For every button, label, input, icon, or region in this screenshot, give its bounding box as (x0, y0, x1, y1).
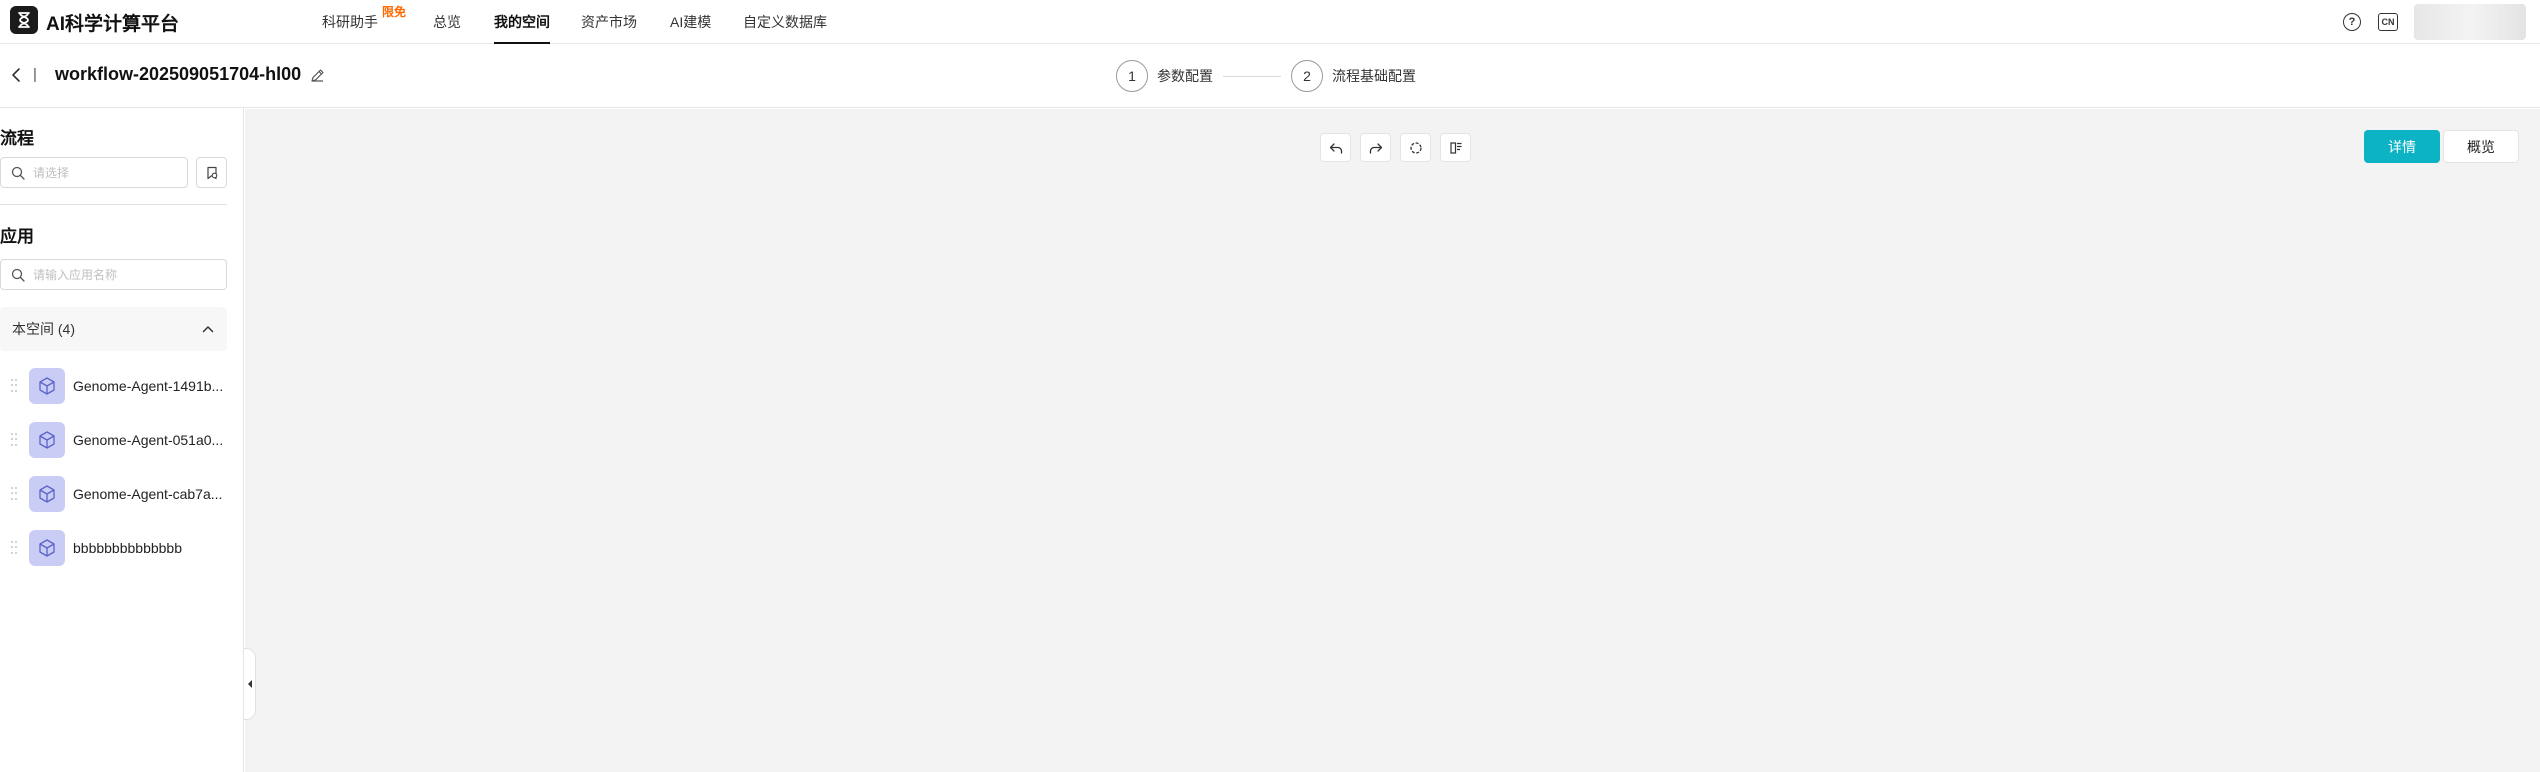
app-search-input[interactable] (33, 267, 213, 282)
list-item[interactable]: Genome-Agent-051a0... (0, 418, 244, 462)
drag-handle-icon[interactable] (11, 487, 17, 501)
workflow-header: | workflow-202509051704-hl00 1 参数配置 2 流程… (0, 44, 2540, 108)
app-name: Genome-Agent-051a0... (73, 432, 224, 448)
app-title: AI科学计算平台 (46, 14, 180, 35)
nav-my-space[interactable]: 我的空间 (494, 0, 550, 44)
chevron-up-icon (202, 326, 214, 333)
nav-overview[interactable]: 总览 (433, 0, 461, 44)
cube-icon (29, 422, 65, 458)
cube-icon (29, 476, 65, 512)
question-circle-icon[interactable]: ? (2343, 13, 2361, 31)
step-indicator: 1 参数配置 2 流程基础配置 (1116, 59, 1416, 93)
nav-label: AI建模 (670, 14, 712, 30)
list-item[interactable]: bbbbbbbbbbbbbb (0, 526, 244, 570)
bookmark-filter-icon (206, 166, 217, 179)
app-search-field[interactable] (0, 259, 227, 290)
reset-icon (1409, 141, 1422, 154)
nav-label: 资产市场 (581, 14, 637, 30)
sidebar-collapse-handle[interactable] (244, 648, 256, 720)
step-connector (1223, 75, 1281, 77)
main-nav: 科研助手 限免 总览 我的空间 资产市场 AI建模 自定义数据库 (322, 0, 827, 44)
drag-handle-icon[interactable] (11, 433, 17, 447)
redo-icon (1369, 142, 1382, 154)
top-right-actions: ? CN (2343, 0, 2540, 44)
reset-button[interactable] (1400, 133, 1431, 162)
nav-research-assistant[interactable]: 科研助手 限免 (322, 0, 406, 44)
canvas-toolbar (1320, 133, 1480, 162)
cube-icon (29, 368, 65, 404)
nav-label: 我的空间 (494, 14, 550, 30)
detail-view-button[interactable]: 详情 (2364, 130, 2440, 163)
app-name: Genome-Agent-cab7a... (73, 486, 223, 502)
flow-search-input[interactable] (33, 165, 173, 180)
language-switch-icon[interactable]: CN (2378, 13, 2398, 31)
nav-label: 自定义数据库 (743, 14, 827, 30)
app-section-title: 应用 (0, 227, 34, 246)
hourglass-logo-icon (18, 12, 30, 28)
flow-section-title: 流程 (0, 129, 34, 148)
search-icon (11, 166, 25, 180)
list-item[interactable]: Genome-Agent-cab7a... (0, 472, 244, 516)
undo-icon (1329, 142, 1342, 154)
nav-label: 总览 (433, 14, 461, 30)
workflow-canvas[interactable]: 详情 概览 (245, 109, 2540, 772)
nav-asset-market[interactable]: 资产市场 (581, 0, 638, 44)
left-sidebar: 流程 应用 本空间 (4) Genome-Agent-1491b... (0, 108, 244, 772)
list-item[interactable]: Genome-Agent-1491b... (0, 364, 244, 408)
drag-handle-icon[interactable] (11, 541, 17, 555)
space-group-header[interactable]: 本空间 (4) (0, 307, 227, 351)
drag-handle-icon[interactable] (11, 379, 17, 393)
flow-search-field[interactable] (0, 157, 188, 188)
user-avatar-area[interactable] (2414, 4, 2526, 40)
app-name: Genome-Agent-1491b... (73, 378, 224, 394)
app-name: bbbbbbbbbbbbbb (73, 540, 183, 556)
caret-left-icon (247, 680, 252, 688)
chevron-left-icon (12, 68, 20, 82)
back-button[interactable] (10, 66, 28, 84)
view-switch: 详情 概览 (2364, 130, 2519, 163)
group-label: 本空间 (4) (12, 321, 75, 337)
search-icon (11, 268, 25, 282)
edit-pencil-icon[interactable] (310, 68, 325, 83)
undo-button[interactable] (1320, 133, 1351, 162)
platform-logo[interactable] (10, 6, 38, 34)
free-badge: 限免 (382, 5, 407, 19)
workflow-title: workflow-202509051704-hl00 (55, 64, 302, 84)
cube-icon (29, 530, 65, 566)
nav-custom-database[interactable]: 自定义数据库 (743, 0, 827, 44)
nav-ai-modeling[interactable]: AI建模 (670, 0, 712, 44)
nav-label: 科研助手 (322, 14, 378, 30)
title-separator: | (33, 66, 37, 83)
step-2-circle[interactable]: 2 (1291, 60, 1323, 92)
layout-icon (1449, 141, 1462, 154)
flow-filter-button[interactable] (196, 157, 227, 188)
step-1-label[interactable]: 参数配置 (1157, 66, 1213, 86)
top-navbar: AI科学计算平台 科研助手 限免 总览 我的空间 资产市场 AI建模 自定义数据… (0, 0, 2540, 44)
step-2-label[interactable]: 流程基础配置 (1332, 66, 1416, 86)
overview-view-button[interactable]: 概览 (2443, 130, 2519, 163)
section-divider (0, 204, 227, 205)
layout-button[interactable] (1440, 133, 1471, 162)
step-1-circle[interactable]: 1 (1116, 60, 1148, 92)
redo-button[interactable] (1360, 133, 1391, 162)
